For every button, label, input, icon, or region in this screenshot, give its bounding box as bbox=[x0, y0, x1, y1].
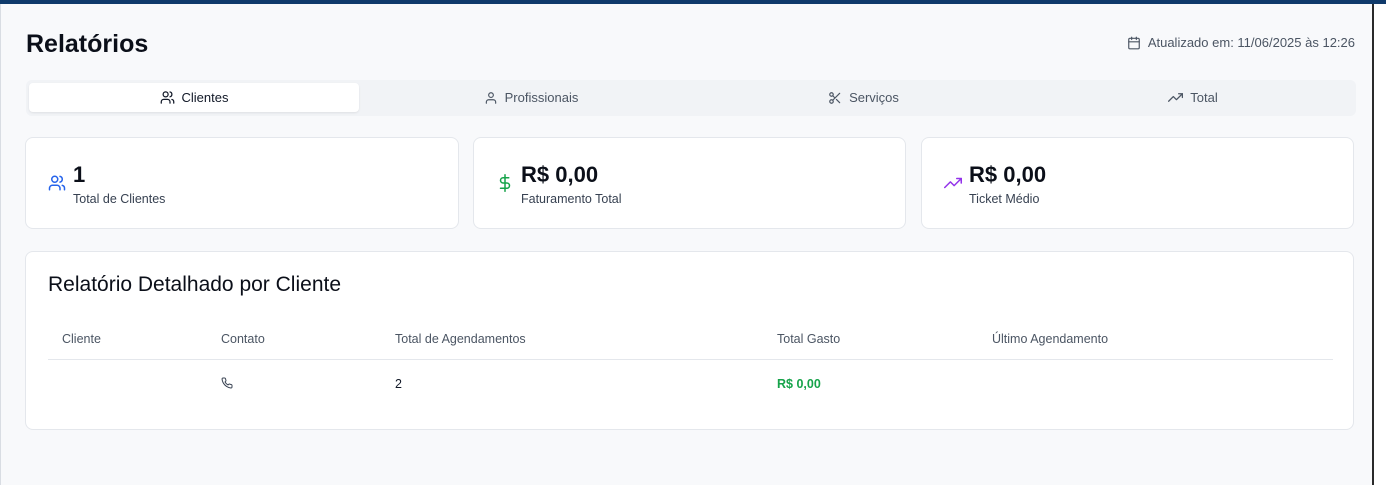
stat-value: 1 bbox=[73, 162, 86, 187]
tab-label: Serviços bbox=[849, 90, 899, 105]
stat-card-total-clientes: 1 Total de Clientes bbox=[25, 137, 459, 229]
users-icon bbox=[48, 175, 66, 191]
calendar-icon bbox=[1127, 36, 1140, 49]
tab-label: Total bbox=[1190, 90, 1218, 105]
tab-label: Profissionais bbox=[504, 90, 579, 105]
stat-label: Ticket Médio bbox=[969, 192, 1040, 206]
stat-label: Faturamento Total bbox=[521, 192, 622, 206]
tab-label: Clientes bbox=[181, 90, 229, 105]
scrollbar[interactable] bbox=[1372, 4, 1386, 485]
last-updated-text: Atualizado em: 11/06/2025 às 12:26 bbox=[1147, 35, 1355, 50]
page-header: Relatórios Atualizado em: 11/06/2025 às … bbox=[26, 28, 1356, 62]
table-header: Cliente Contato Total de Agendamentos To… bbox=[48, 330, 1333, 360]
trending-up-icon bbox=[1168, 93, 1184, 102]
stat-card-ticket-medio: R$ 0,00 Ticket Médio bbox=[921, 137, 1354, 229]
window-top-bar bbox=[0, 0, 1386, 4]
trending-up-icon bbox=[944, 177, 962, 189]
cell-contato bbox=[221, 377, 233, 392]
last-updated: Atualizado em: 11/06/2025 às 12:26 bbox=[1127, 35, 1355, 50]
tab-profissionais[interactable]: Profissionais bbox=[370, 83, 692, 112]
column-header-total-agendamentos: Total de Agendamentos bbox=[395, 332, 526, 346]
left-border bbox=[0, 4, 1, 485]
page-title: Relatórios bbox=[26, 30, 149, 58]
report-tabs: Clientes Profissionais Serviços Total bbox=[26, 80, 1356, 116]
report-title: Relatório Detalhado por Cliente bbox=[48, 273, 342, 296]
column-header-contato: Contato bbox=[221, 332, 265, 346]
stat-label: Total de Clientes bbox=[73, 192, 166, 206]
dollar-icon bbox=[499, 174, 511, 192]
column-header-cliente: Cliente bbox=[62, 332, 101, 346]
cell-total-gasto: R$ 0,00 bbox=[777, 377, 821, 391]
user-icon bbox=[485, 91, 496, 104]
tab-total[interactable]: Total bbox=[1032, 83, 1354, 112]
users-icon bbox=[160, 91, 174, 104]
column-header-total-gasto: Total Gasto bbox=[777, 332, 841, 346]
phone-icon[interactable] bbox=[221, 377, 233, 389]
tab-servicos[interactable]: Serviços bbox=[702, 83, 1025, 112]
cell-total-agendamentos: 2 bbox=[395, 377, 402, 391]
client-report-card: Relatório Detalhado por Cliente Cliente … bbox=[25, 251, 1354, 430]
tab-clientes[interactable]: Clientes bbox=[29, 83, 359, 112]
column-header-ultimo-agendamento: Último Agendamento bbox=[992, 332, 1109, 346]
table-row[interactable]: 2 R$ 0,00 bbox=[48, 361, 1333, 409]
stat-value: R$ 0,00 bbox=[969, 162, 1047, 187]
stat-card-faturamento: R$ 0,00 Faturamento Total bbox=[473, 137, 906, 229]
scissors-icon bbox=[829, 91, 841, 104]
stat-value: R$ 0,00 bbox=[521, 162, 599, 187]
